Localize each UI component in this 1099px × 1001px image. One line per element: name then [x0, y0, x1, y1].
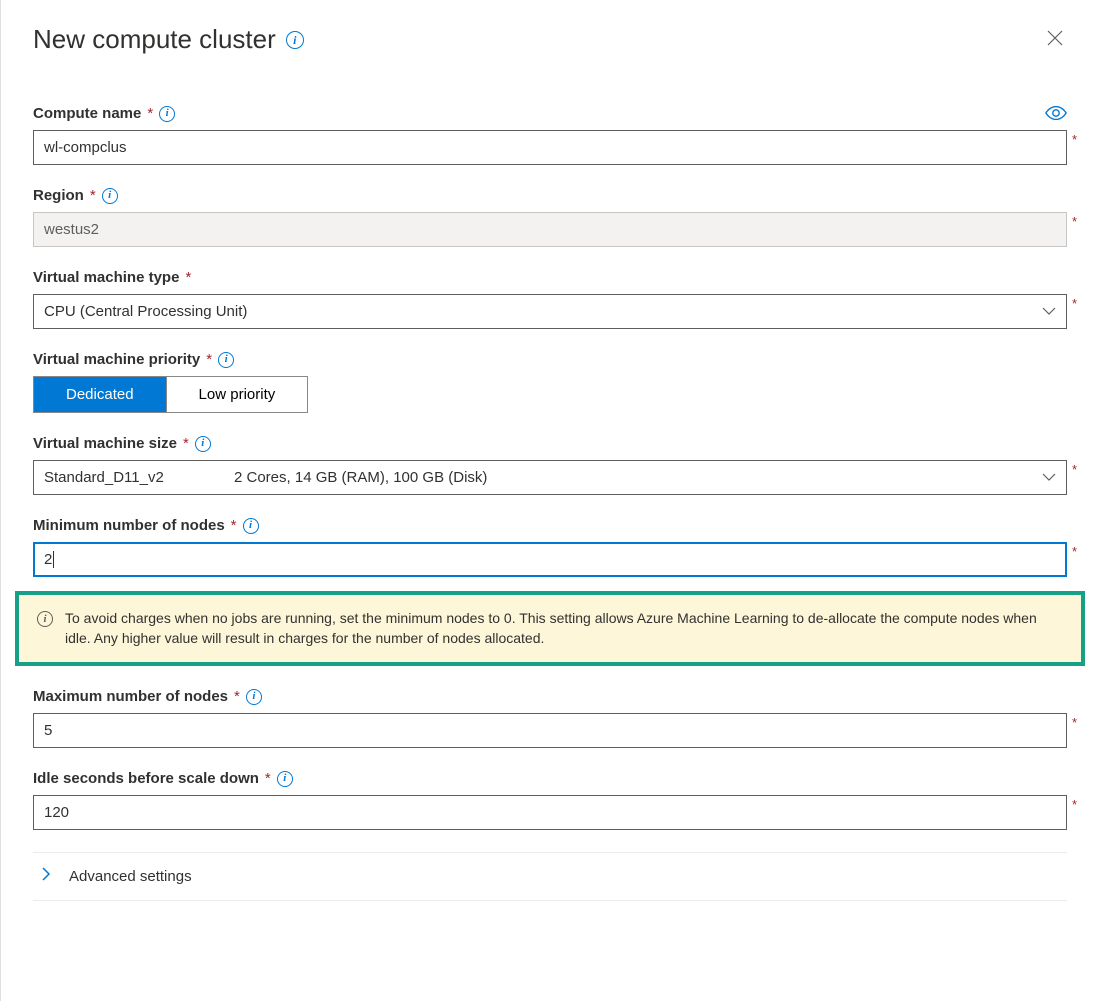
- info-icon[interactable]: i: [218, 352, 234, 368]
- vm-priority-toggle: Dedicated Low priority: [33, 376, 308, 413]
- advanced-settings-label: Advanced settings: [69, 868, 192, 885]
- max-nodes-input[interactable]: [33, 713, 1067, 748]
- info-icon[interactable]: i: [286, 31, 304, 49]
- priority-low-button[interactable]: Low priority: [166, 377, 308, 412]
- compute-name-input[interactable]: [33, 130, 1067, 165]
- required-indicator: *: [1072, 132, 1077, 147]
- chevron-down-icon: [1042, 303, 1056, 320]
- chevron-down-icon: [1042, 469, 1056, 486]
- vm-size-spec: 2 Cores, 14 GB (RAM), 100 GB (Disk): [234, 469, 487, 486]
- vm-type-label: Virtual machine type *: [33, 269, 1067, 286]
- vm-type-select[interactable]: CPU (Central Processing Unit): [33, 294, 1067, 329]
- region-label: Region * i: [33, 187, 1067, 204]
- info-icon: i: [37, 611, 53, 627]
- info-icon[interactable]: i: [243, 518, 259, 534]
- info-icon[interactable]: i: [277, 771, 293, 787]
- visibility-icon[interactable]: [1045, 105, 1067, 124]
- min-nodes-input[interactable]: 2: [33, 542, 1067, 577]
- idle-seconds-input[interactable]: [33, 795, 1067, 830]
- vm-size-select[interactable]: Standard_D11_v2 2 Cores, 14 GB (RAM), 10…: [33, 460, 1067, 495]
- info-icon[interactable]: i: [246, 689, 262, 705]
- region-readonly: westus2: [33, 212, 1067, 247]
- min-nodes-label: Minimum number of nodes * i: [33, 517, 1067, 534]
- advanced-settings-toggle[interactable]: Advanced settings: [33, 852, 1067, 901]
- info-icon[interactable]: i: [102, 188, 118, 204]
- close-button[interactable]: [1043, 26, 1067, 53]
- required-indicator: *: [1072, 797, 1077, 812]
- compute-name-label: Compute name * i: [33, 105, 1067, 122]
- vm-size-label: Virtual machine size * i: [33, 435, 1067, 452]
- priority-dedicated-button[interactable]: Dedicated: [34, 377, 166, 412]
- required-indicator: *: [1072, 296, 1077, 311]
- required-indicator: *: [1072, 715, 1077, 730]
- required-indicator: *: [1072, 544, 1077, 559]
- vm-size-name: Standard_D11_v2: [44, 469, 194, 486]
- min-nodes-warning: i To avoid charges when no jobs are runn…: [15, 591, 1085, 666]
- info-icon[interactable]: i: [195, 436, 211, 452]
- chevron-right-icon: [41, 867, 53, 886]
- required-indicator: *: [1072, 214, 1077, 229]
- vm-priority-label: Virtual machine priority * i: [33, 351, 1067, 368]
- page-title: New compute cluster i: [33, 24, 304, 55]
- max-nodes-label: Maximum number of nodes * i: [33, 688, 1067, 705]
- idle-seconds-label: Idle seconds before scale down * i: [33, 770, 1067, 787]
- info-icon[interactable]: i: [159, 106, 175, 122]
- required-indicator: *: [1072, 462, 1077, 477]
